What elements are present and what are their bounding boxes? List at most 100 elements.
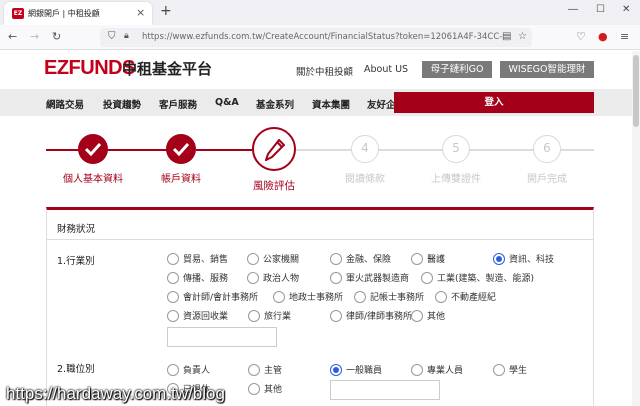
step-4-circle: 4 xyxy=(351,135,379,163)
step-3-pencil-icon xyxy=(252,127,296,171)
industry-option[interactable]: 傳播、服務 xyxy=(167,271,228,284)
maximize-icon[interactable]: ☐ xyxy=(596,4,605,15)
industry-label: 1.行業別 xyxy=(57,256,95,267)
radio-button[interactable] xyxy=(411,363,423,376)
industry-other-input[interactable] xyxy=(167,327,277,347)
about-us-link[interactable]: About US xyxy=(364,64,408,75)
radio-button[interactable] xyxy=(354,290,366,303)
extension-icon[interactable]: ● xyxy=(598,30,608,43)
wisego-button[interactable]: WISEGO智能理財 xyxy=(500,61,594,78)
position-option[interactable]: 其他 xyxy=(248,382,282,395)
site-logo-text[interactable]: 中租基金平台 xyxy=(122,58,212,79)
industry-option[interactable]: 記帳士事務所 xyxy=(354,290,424,303)
radio-button[interactable] xyxy=(248,382,260,395)
industry-option-selected[interactable]: 資訊、科技 xyxy=(493,252,554,265)
browser-navbar: ← → ↻ ⛉ 🔒︎ https://www.ezfunds.com.tw/Cr… xyxy=(0,25,640,50)
reader-view-icon[interactable]: ▤ xyxy=(502,31,511,42)
tab-title: 網銀開戶 | 中租投顧 xyxy=(28,9,100,18)
industry-option[interactable]: 不動產經紀 xyxy=(435,290,496,303)
radio-button[interactable] xyxy=(330,271,342,284)
radio-button-checked[interactable] xyxy=(330,363,342,376)
about-link[interactable]: 關於中租投顧 xyxy=(296,64,353,78)
section-title: 財務狀況 xyxy=(57,224,96,235)
reload-icon[interactable]: ↻ xyxy=(52,30,61,43)
step-5-label: 上傳雙證件 xyxy=(431,174,481,185)
industry-option[interactable]: 貿易、銷售 xyxy=(167,252,228,265)
back-icon[interactable]: ← xyxy=(8,30,17,43)
forward-icon[interactable]: → xyxy=(30,30,39,43)
step-1-done-icon xyxy=(78,134,108,164)
menu-icon[interactable]: ≡ xyxy=(620,30,629,43)
financial-status-form: 財務狀況 1.行業別 貿易、銷售 公家機關 金融、保險 醫護 資訊、科技 傳播、… xyxy=(46,207,594,406)
minimize-icon[interactable]: ― xyxy=(568,4,578,15)
menu-investment-trends[interactable]: 投資趨勢 xyxy=(103,97,141,111)
radio-button-checked[interactable] xyxy=(493,252,505,265)
industry-option[interactable]: 旅行業 xyxy=(248,309,291,322)
industry-option[interactable]: 醫護 xyxy=(411,252,445,265)
menu-fund-series[interactable]: 基金系列 xyxy=(256,97,294,111)
address-bar[interactable]: ⛉ 🔒︎ https://www.ezfunds.com.tw/CreateAc… xyxy=(100,28,532,47)
position-option[interactable]: 負責人 xyxy=(167,363,210,376)
position-option[interactable]: 主管 xyxy=(248,363,282,376)
radio-button[interactable] xyxy=(247,252,259,265)
industry-option[interactable]: 其他 xyxy=(411,309,445,322)
mother-child-button[interactable]: 母子鏈利GO xyxy=(422,61,492,78)
industry-option[interactable]: 政治人物 xyxy=(247,271,299,284)
step-4-label: 閱讀條款 xyxy=(345,174,385,185)
industry-option[interactable]: 金融、保險 xyxy=(330,252,391,265)
watermark: https://hardaway.com.tw/blog xyxy=(6,384,225,403)
step-1-label: 個人基本資料 xyxy=(63,174,123,185)
radio-button[interactable] xyxy=(330,252,342,265)
browser-tab[interactable]: EZ 網銀開戶 | 中租投顧 × xyxy=(4,2,152,25)
radio-button[interactable] xyxy=(167,271,179,284)
site-header: EZFUNDS 中租基金平台 關於中租投顧 About US 母子鏈利GO WI… xyxy=(0,51,632,89)
industry-option[interactable]: 地政士事務所 xyxy=(273,290,343,303)
step-2-done-icon xyxy=(166,134,196,164)
radio-button[interactable] xyxy=(248,363,260,376)
divider xyxy=(47,239,593,240)
scrollbar-thumb[interactable] xyxy=(633,55,639,127)
radio-button[interactable] xyxy=(167,309,179,322)
position-option[interactable]: 專業人員 xyxy=(411,363,463,376)
menu-qa[interactable]: Q&A xyxy=(215,97,239,108)
step-connector xyxy=(196,149,252,151)
page-scrollbar[interactable] xyxy=(632,51,640,406)
position-other-input[interactable] xyxy=(330,380,440,400)
radio-button[interactable] xyxy=(411,309,423,322)
tracking-shield-icon[interactable]: ⛉ xyxy=(108,31,116,42)
bookmark-star-icon[interactable]: ☆ xyxy=(518,31,527,42)
position-option-selected[interactable]: 一般職員 xyxy=(330,363,382,376)
menu-capital-group[interactable]: 資本集團 xyxy=(312,97,350,111)
window-close-icon[interactable]: ✕ xyxy=(622,4,630,15)
radio-button[interactable] xyxy=(421,271,433,284)
lock-icon[interactable]: 🔒︎ xyxy=(124,31,129,41)
menu-online-trading[interactable]: 網路交易 xyxy=(46,97,84,111)
radio-button[interactable] xyxy=(167,290,179,303)
url-text[interactable]: https://www.ezfunds.com.tw/CreateAccount… xyxy=(142,32,502,42)
step-3-label: 風險評估 xyxy=(253,180,295,192)
radio-button[interactable] xyxy=(167,252,179,265)
industry-option[interactable]: 軍火武器製造商 xyxy=(330,271,409,284)
new-tab-icon[interactable]: + xyxy=(160,3,172,19)
login-button[interactable]: 登入 xyxy=(394,92,594,113)
industry-option[interactable]: 公家機關 xyxy=(247,252,299,265)
industry-option[interactable]: 資源回收業 xyxy=(167,309,228,322)
industry-option[interactable]: 會計師/會計事務所 xyxy=(167,290,258,303)
position-label: 2.職位別 xyxy=(57,364,95,375)
radio-button[interactable] xyxy=(273,290,285,303)
site-favicon-icon: EZ xyxy=(12,8,24,19)
industry-option[interactable]: 工業(建築、製造、能源) xyxy=(421,271,534,284)
radio-button[interactable] xyxy=(330,309,342,322)
menu-customer-service[interactable]: 客戶服務 xyxy=(159,97,197,111)
radio-button[interactable] xyxy=(248,309,260,322)
progress-stepper: 4 5 6 個人基本資料 帳戶資料 風險評估 閱讀條款 上傳雙證件 開戶完成 xyxy=(0,116,632,200)
radio-button[interactable] xyxy=(247,271,259,284)
radio-button[interactable] xyxy=(411,252,423,265)
position-option[interactable]: 學生 xyxy=(493,363,527,376)
tab-close-icon[interactable]: × xyxy=(136,6,145,19)
industry-option[interactable]: 律師/律師事務所 xyxy=(330,309,412,322)
radio-button[interactable] xyxy=(167,363,179,376)
radio-button[interactable] xyxy=(493,363,505,376)
pocket-icon[interactable]: ♡ xyxy=(576,30,586,43)
radio-button[interactable] xyxy=(435,290,447,303)
